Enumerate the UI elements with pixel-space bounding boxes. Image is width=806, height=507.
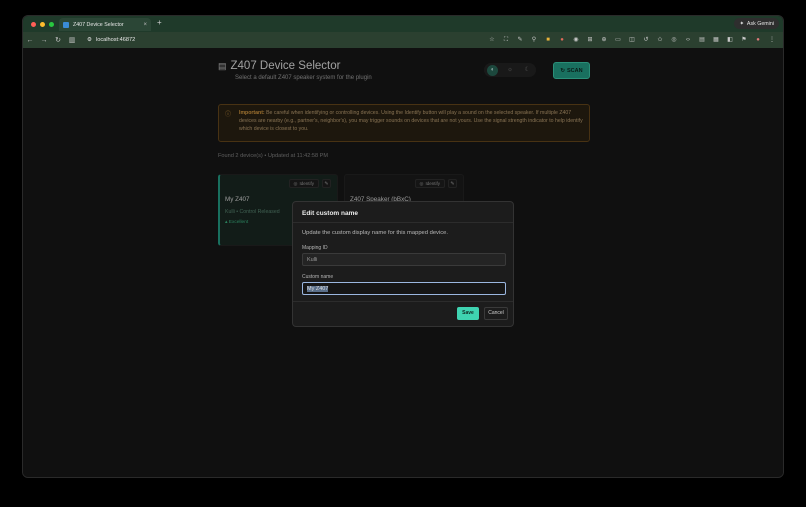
extension-icon[interactable]: ■ [543,35,553,45]
extension-icon[interactable]: ▦ [711,35,721,45]
reload-icon[interactable]: ↻ [51,36,65,44]
custom-name-input[interactable]: My Z407 [302,282,506,295]
extension-icon[interactable]: ▭ [613,35,623,45]
tab-close-icon[interactable]: × [143,22,147,28]
mapping-id-label: Mapping ID [302,245,328,251]
extension-icon[interactable]: ⊕ [599,35,609,45]
edit-name-dialog: Edit custom name Update the custom displ… [292,201,514,327]
eyedropper-icon[interactable]: ✎ [515,35,525,45]
url-field[interactable]: ⚙ localhost:46872 [87,37,135,43]
history-icon[interactable]: ↺ [641,35,651,45]
save-button[interactable]: Save [457,307,479,320]
tab-bar: Z407 Device Selector × + ✦ Ask Gemini [23,16,783,32]
mapping-id-field: Kulli [302,253,506,266]
toolbar-icons: ☆ ⛶ ✎ ⚲ ■ ● ◉ ⊞ ⊕ ▭ ◫ ↺ ✩ ◎ ‹› ▤ ▦ ◧ ⚑ ●… [487,35,777,45]
extension-icon[interactable]: ◎ [669,35,679,45]
site-info-icon[interactable]: ⚙ [87,37,92,43]
star-icon[interactable]: ✩ [655,35,665,45]
side-panel-icon[interactable]: ◧ [725,35,735,45]
custom-name-label: Custom name [302,274,334,280]
tab-title: Z407 Device Selector [73,21,124,28]
extension-icon[interactable]: ⚑ [739,35,749,45]
code-icon[interactable]: ‹› [683,35,693,45]
page-content: ▤ Z407 Device Selector Select a default … [23,48,783,477]
browser-window: Z407 Device Selector × + ✦ Ask Gemini ← … [22,15,784,478]
dialog-title: Edit custom name [302,210,358,217]
extension-icon[interactable]: ◉ [571,35,581,45]
sparkle-icon: ✦ [739,20,744,27]
browser-tab[interactable]: Z407 Device Selector × [59,18,151,31]
more-menu-icon[interactable]: ⋮ [767,35,777,45]
extension-icon[interactable]: ▤ [697,35,707,45]
bookmark-star-icon[interactable]: ☆ [487,35,497,45]
maximize-window-button[interactable] [49,21,54,27]
minimize-window-button[interactable] [40,21,45,27]
custom-name-value: My Z407 [307,286,329,292]
address-bar: ← → ↻ ▥ ⚙ localhost:46872 ☆ ⛶ ✎ ⚲ ■ ● ◉ … [23,32,783,48]
close-window-button[interactable] [31,21,36,27]
tab-favicon-icon [63,21,69,28]
ask-gemini-label: Ask Gemini [746,20,774,27]
back-icon[interactable]: ← [23,37,37,44]
ask-gemini-button[interactable]: ✦ Ask Gemini [734,18,779,29]
extension-icon[interactable]: ⊞ [585,35,595,45]
window-controls [31,21,54,27]
extension-icon[interactable]: ⚲ [529,35,539,45]
url-text: localhost:46872 [96,37,136,43]
sidebar-icon[interactable]: ▥ [65,36,79,44]
forward-icon[interactable]: → [37,37,51,44]
divider [293,301,513,302]
extension-icon[interactable]: ● [557,35,567,45]
screenshot-icon[interactable]: ⛶ [501,35,511,45]
dialog-description: Update the custom display name for this … [302,230,448,236]
divider [293,222,513,223]
new-tab-button[interactable]: + [157,18,162,27]
extension-icon[interactable]: ◫ [627,35,637,45]
cancel-button[interactable]: Cancel [484,307,508,320]
avatar[interactable]: ● [753,35,763,45]
